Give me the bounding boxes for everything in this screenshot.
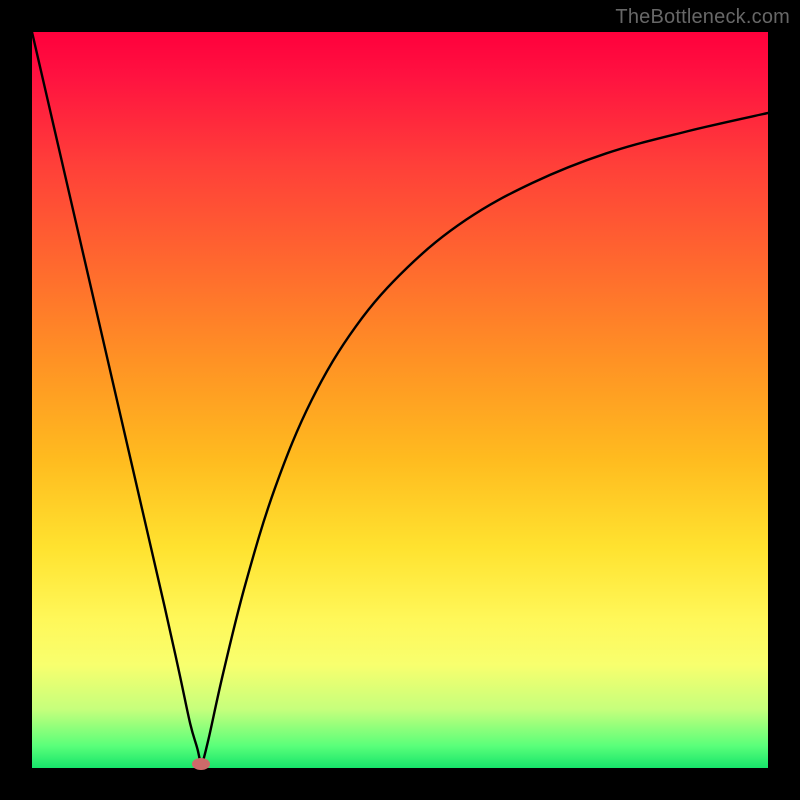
chart-frame: TheBottleneck.com [0, 0, 800, 800]
bottleneck-curve [32, 32, 768, 768]
cusp-marker [192, 758, 210, 770]
plot-area [32, 32, 768, 768]
watermark-text: TheBottleneck.com [615, 6, 790, 29]
